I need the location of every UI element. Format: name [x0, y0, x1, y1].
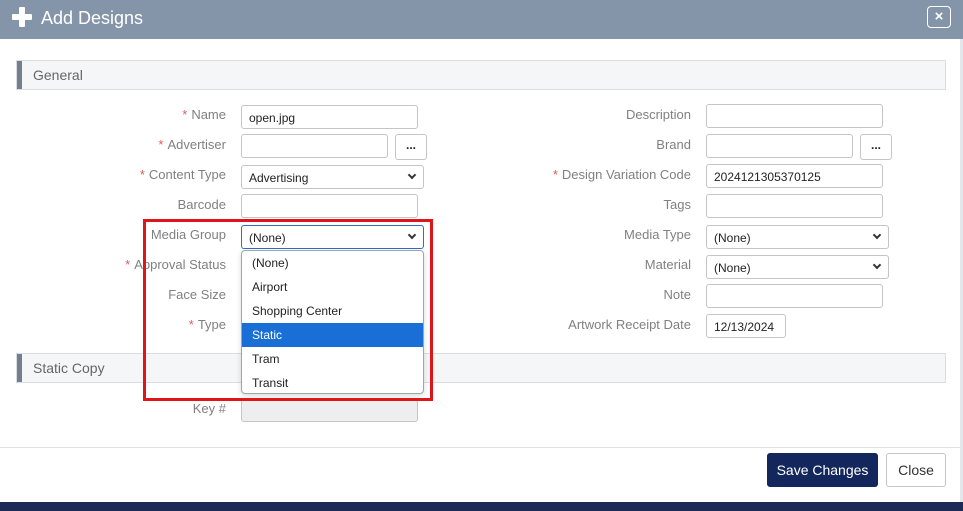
label-advertiser: * Advertiser [158, 137, 226, 152]
design-variation-code-input[interactable]: 2024121305370125 [706, 164, 883, 188]
section-title-general: General [33, 67, 83, 83]
content-type-value: Advertising [249, 171, 309, 185]
note-input[interactable] [706, 284, 883, 308]
label-media-type: Media Type [624, 227, 691, 242]
label-approval-status: * Approval Status [125, 257, 226, 272]
dropdown-option[interactable]: Shopping Center [242, 299, 423, 323]
label-tags: Tags [663, 197, 691, 212]
label-brand: Brand [656, 137, 691, 152]
label-face-size: Face Size [168, 287, 226, 302]
key-number-input[interactable] [241, 398, 418, 422]
dropdown-option-highlighted[interactable]: Static [242, 323, 423, 347]
artwork-receipt-date-input[interactable]: 12/13/2024 [706, 314, 786, 338]
section-title-static-copy: Static Copy [33, 360, 105, 376]
plus-icon [12, 7, 32, 27]
media-type-value: (None) [714, 231, 751, 245]
label-design-variation-code: * Design Variation Code [552, 167, 691, 182]
label-description: Description [625, 107, 691, 122]
close-button[interactable]: Close [886, 453, 946, 487]
dropdown-option[interactable]: Transit [242, 371, 423, 393]
section-static-copy: Static Copy [16, 353, 946, 383]
dropdown-option[interactable]: Tram [242, 347, 423, 371]
media-group-dropdown-list: (None) Airport Shopping Center Static Tr… [241, 250, 424, 394]
label-content-type: * Content Type [139, 167, 226, 182]
name-input[interactable]: open.jpg [241, 105, 418, 129]
description-input[interactable] [706, 104, 883, 128]
brand-input[interactable] [706, 134, 853, 158]
footer-divider [0, 447, 960, 448]
chevron-down-icon [407, 230, 417, 240]
media-group-select[interactable]: (None) [241, 225, 424, 249]
section-accent-bar [17, 354, 22, 382]
label-key-number: Key # [192, 401, 226, 416]
label-material: Material [644, 257, 691, 272]
dialog-title: Add Designs [41, 8, 144, 28]
dropdown-option[interactable]: Airport [242, 275, 423, 299]
label-type: * Type [188, 317, 226, 332]
dropdown-option[interactable]: (None) [242, 251, 423, 275]
media-group-value: (None) [249, 231, 286, 245]
barcode-input[interactable] [241, 194, 418, 218]
label-note: Note [663, 287, 691, 302]
label-name: * Name [182, 107, 226, 122]
close-icon[interactable]: × [927, 6, 951, 28]
material-select[interactable]: (None) [706, 255, 889, 279]
chevron-down-icon [407, 170, 417, 180]
tags-input[interactable] [706, 194, 883, 218]
save-changes-button[interactable]: Save Changes [767, 453, 878, 487]
brand-lookup-button[interactable]: ... [860, 134, 892, 160]
label-barcode: Barcode [177, 197, 226, 212]
advertiser-input[interactable] [241, 134, 388, 158]
bottom-app-bar [0, 502, 963, 511]
material-value: (None) [714, 261, 751, 275]
media-type-select[interactable]: (None) [706, 225, 889, 249]
section-general: General [16, 60, 946, 90]
chevron-down-icon [872, 230, 882, 240]
label-artwork-receipt-date: Artwork Receipt Date [568, 317, 691, 332]
advertiser-lookup-button[interactable]: ... [395, 134, 427, 160]
section-accent-bar [17, 61, 22, 89]
content-type-select[interactable]: Advertising [241, 165, 424, 189]
chevron-down-icon [872, 260, 882, 270]
dialog-titlebar: Add Designs × [0, 0, 963, 39]
label-media-group: Media Group [150, 227, 226, 242]
